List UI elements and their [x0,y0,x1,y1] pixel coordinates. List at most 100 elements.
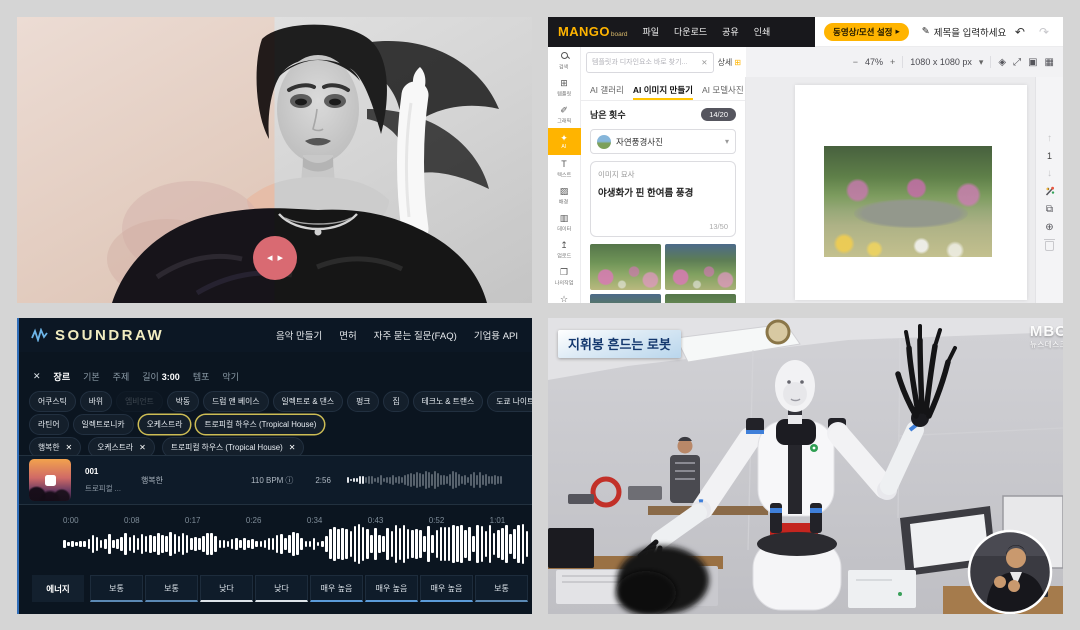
energy-segment[interactable]: 보통 [90,575,143,602]
generated-image-3[interactable] [590,294,661,303]
menu-download[interactable]: 다운로드 [674,25,707,38]
filter-instruments[interactable]: 악기 [222,370,239,383]
nav-create-music[interactable]: 음악 만들기 [276,328,322,342]
menu-print[interactable]: 인쇄 [754,25,771,38]
genre-chip-techno-trance[interactable]: 테크노 & 트랜스 [413,391,484,412]
tab-ai-gallery[interactable]: AI 갤러리 [590,84,624,100]
mangoboard-topbar: MANGO board 파일 다운로드 공유 인쇄 동영상/모션 설정 ▸ ✎ … [548,17,1063,47]
sidebar-item-template[interactable]: ⊞ 템플릿 [548,74,581,101]
tab-ai-model-photo[interactable]: AI 모델사진 [702,84,744,100]
info-icon[interactable]: ⓘ [285,475,293,486]
generated-image-4[interactable] [665,294,736,303]
track-waveform[interactable] [347,465,520,495]
trash-icon[interactable] [1045,241,1054,251]
track-row[interactable]: 001 트로피컬 ... 행복한 110 BPM ⓘ 2:56 [17,455,532,505]
filter-genre[interactable]: 장르 [54,370,71,383]
duplicate-icon[interactable]: ⧉ [1046,204,1053,215]
energy-segment[interactable]: 낮다 [200,575,253,602]
move-layer-down-icon[interactable]: ↓ [1047,168,1052,179]
color-wand-icon[interactable] [1044,186,1055,197]
menu-share[interactable]: 공유 [722,25,739,38]
energy-segment[interactable]: 보통 [145,575,198,602]
tab-ai-image-create[interactable]: AI 이미지 만들기 [633,84,693,100]
search-input[interactable]: 템플릿과 디자인요소 바로 찾기... ✕ [586,52,714,73]
undo-icon[interactable]: ↶ [1015,25,1025,39]
layers-icon[interactable]: ◈ [998,57,1006,68]
sidebar-item-label: AI [562,144,567,149]
selected-tag-label: 오케스트라 [97,442,133,453]
filter-length[interactable]: 길이3:00 [142,370,180,383]
genre-chip-drum-and-bass[interactable]: 드럼 앤 베이스 [203,391,268,412]
sidebar-item-graphic[interactable]: ✐ 그래픽 [548,101,581,128]
soundraw-logo[interactable]: SOUNDRAW [31,327,164,344]
chevron-down-icon: ▾ [725,137,729,146]
data-chart-icon: ▥ [560,213,569,223]
design-canvas[interactable] [795,85,1027,300]
generated-image-grid [590,244,736,303]
remove-tag-icon[interactable]: ✕ [139,443,146,452]
detail-search-button[interactable]: 상세 ⊞ [718,57,741,68]
redo-icon[interactable]: ↷ [1039,25,1049,39]
genre-chip-rock[interactable]: 바위 [80,391,112,412]
prompt-textarea[interactable]: 이미지 묘사 야생화가 핀 한여름 풍경 13/50 [590,161,736,237]
genre-chip-tropical-house[interactable]: 트로피컬 하우스 (Tropical House) [195,414,325,435]
genre-chip-house[interactable]: 집 [383,391,408,412]
energy-row: 에너지 보통 보통 낮다 낮다 매우 높음 매우 높음 매우 높음 보통 [32,575,532,602]
remove-tag-icon[interactable]: ✕ [289,443,296,452]
document-title-input[interactable]: ✎ 제목을 입력하세요 [922,25,1007,39]
sidebar-item-my-work[interactable]: ❐ 나의작업 [548,263,581,290]
filter-tempo[interactable]: 템포 [193,370,210,383]
genre-chip-funk[interactable]: 펑크 [347,391,379,412]
genre-chip-beats[interactable]: 박동 [167,391,199,412]
genre-chip-ambient[interactable]: 엠비언트 [116,391,163,412]
energy-segment[interactable]: 보통 [475,575,528,602]
genre-chip-acoustic[interactable]: 어쿠스틱 [29,391,76,412]
remove-tag-icon[interactable]: ✕ [66,443,73,452]
genre-chip-tokyo-night-pop[interactable]: 도쿄 나이트 팝 [487,391,532,412]
filter-basic[interactable]: 기본 [83,370,100,383]
motion-settings-button[interactable]: 동영상/모션 설정 ▸ [824,23,909,41]
zoom-out-button[interactable]: − [853,57,858,67]
add-circle-icon[interactable]: ⊕ [1045,222,1053,233]
waveform[interactable] [63,521,530,567]
mangoboard-logo[interactable]: MANGO [558,24,610,39]
compare-slider-handle[interactable]: ◂ ▸ [253,236,297,280]
energy-segment[interactable]: 낮다 [255,575,308,602]
sidebar-item-text[interactable]: T 텍스트 [548,155,581,182]
move-layer-up-icon[interactable]: ↑ [1047,133,1052,144]
filter-theme[interactable]: 주제 [113,370,130,383]
canvas-landscape-image[interactable] [824,146,992,257]
zoom-in-button[interactable]: + [890,57,895,67]
genre-chip-electro-dance[interactable]: 일렉트로 & 댄스 [273,391,344,412]
fit-screen-icon[interactable]: ⤢ [1013,57,1021,68]
sidebar-item-search[interactable]: 검색 [548,47,581,74]
nav-faq[interactable]: 자주 묻는 질문(FAQ) [374,328,457,342]
energy-segment[interactable]: 매우 높음 [420,575,473,602]
style-select[interactable]: 자연풍경사진 ▾ [590,129,736,154]
album-art[interactable] [29,459,71,501]
nav-enterprise-api[interactable]: 기업용 API [474,328,518,342]
soundraw-app: SOUNDRAW 음악 만들기 면허 자주 묻는 질문(FAQ) 기업용 API… [17,318,532,614]
stop-icon[interactable] [45,475,56,486]
generated-image-1[interactable] [590,244,661,290]
close-filter-icon[interactable]: ✕ [33,371,41,382]
frame-icon[interactable]: ▣ [1028,57,1037,68]
grid-view-icon[interactable]: ▦ [1045,57,1054,68]
energy-segment[interactable]: 매우 높음 [365,575,418,602]
nav-license[interactable]: 면허 [339,328,356,342]
canvas-size-select[interactable]: 1080 x 1080 px [910,57,972,67]
menu-file[interactable]: 파일 [642,25,659,38]
canvas-size-chevron-icon[interactable]: ▾ [979,57,984,68]
sidebar-item-background[interactable]: ▨ 배경 [548,182,581,209]
sidebar-item-favorites[interactable]: ☆ 즐겨찾기 [548,290,581,303]
energy-segment[interactable]: 매우 높음 [310,575,363,602]
sidebar-item-upload[interactable]: ↥ 업로드 [548,236,581,263]
track-duration: 2:56 [315,476,331,485]
clear-search-icon[interactable]: ✕ [701,58,707,67]
sidebar-item-ai[interactable]: ✦ AI [548,128,581,155]
sidebar-item-data[interactable]: ▥ 데이터 [548,209,581,236]
genre-chip-electronica[interactable]: 일렉트로니카 [73,414,134,435]
generated-image-2[interactable] [665,244,736,290]
genre-chip-latin[interactable]: 라틴어 [29,414,69,435]
genre-chip-orchestra[interactable]: 오케스트라 [138,414,192,435]
